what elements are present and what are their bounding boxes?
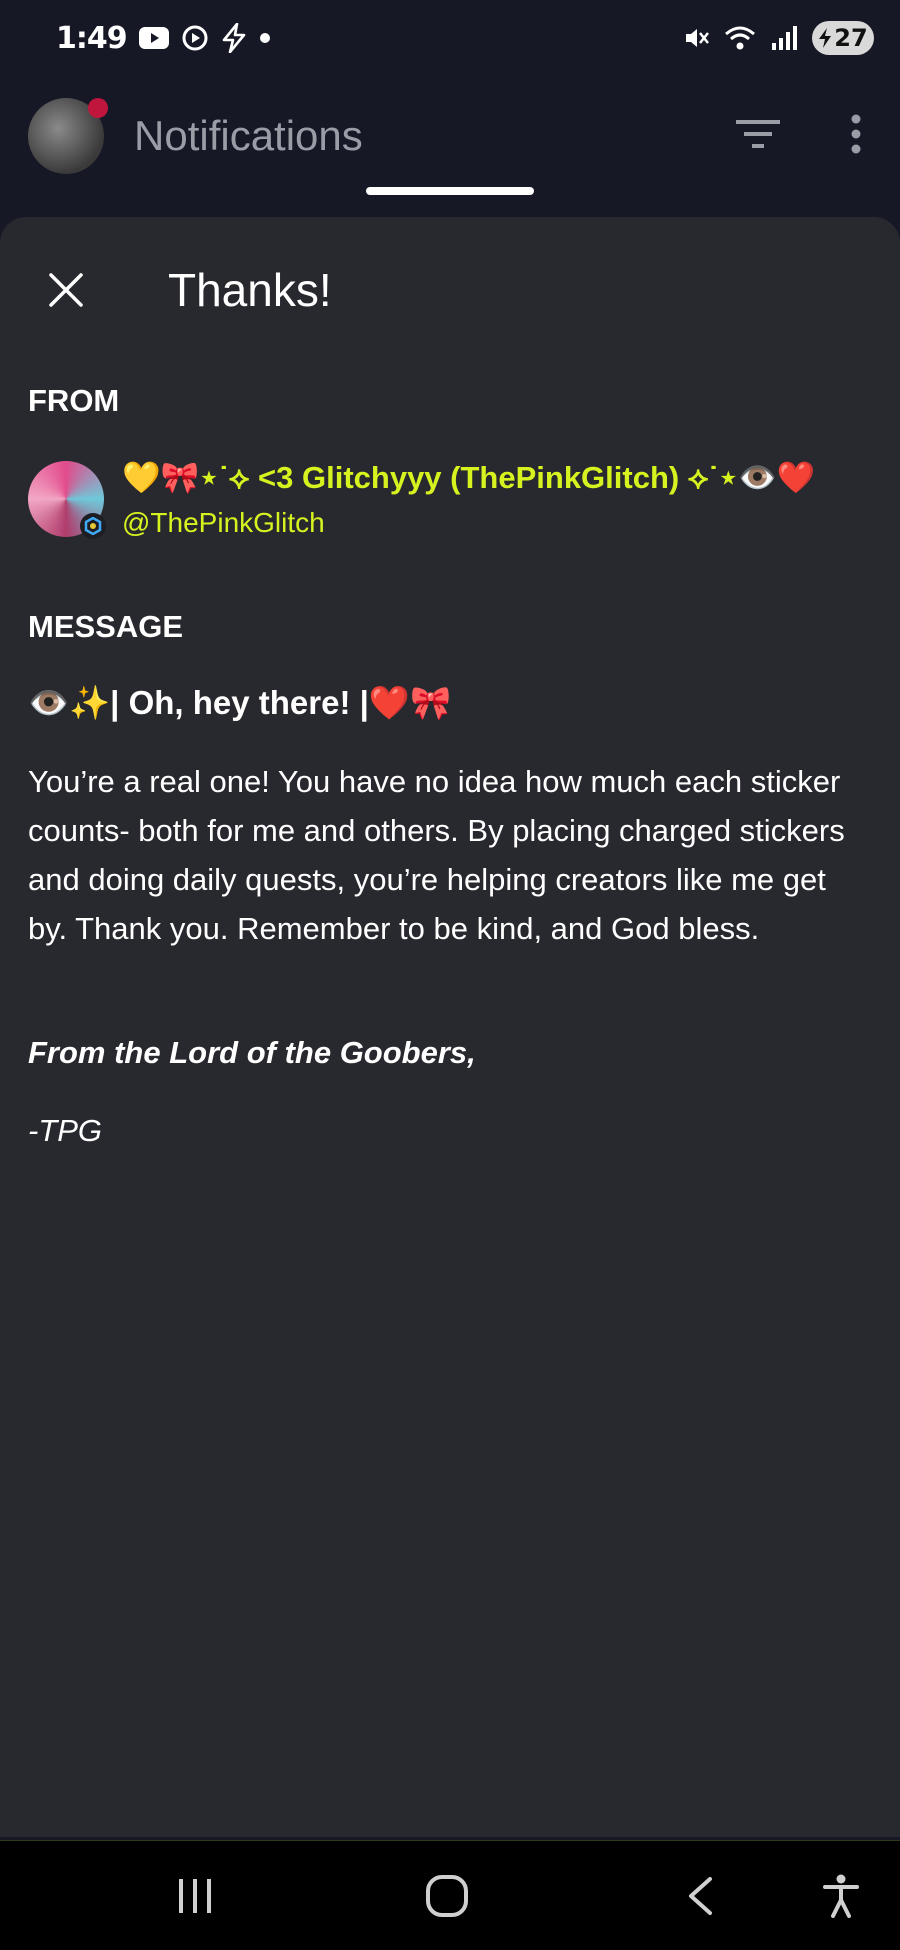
message-signoff: From the Lord of the Goobers, (28, 1035, 476, 1070)
sender-handle[interactable]: @ThePinkGlitch (122, 507, 325, 539)
sender-display-name[interactable]: 💛🎀⋆˙⟡ <3 Glitchyyy (ThePinkGlitch) ⟡˙⋆👁️… (122, 459, 815, 497)
close-button[interactable] (44, 268, 88, 312)
sheet-header: Thanks! (0, 255, 900, 325)
status-left: 1:49 (56, 21, 271, 56)
sheet-drag-handle[interactable] (366, 187, 534, 195)
mute-icon (682, 24, 710, 52)
bolt-icon (221, 23, 247, 53)
record-icon (181, 24, 209, 52)
back-icon (689, 1877, 712, 1915)
sheet-title: Thanks! (168, 264, 332, 316)
message-label: MESSAGE (28, 609, 184, 644)
notification-dot (88, 98, 108, 118)
from-label: FROM (28, 383, 120, 418)
message-sheet: Thanks! FROM 💛🎀⋆˙⟡ <3 Glitchyyy (ThePink… (0, 217, 900, 1837)
filter-icon[interactable] (736, 118, 780, 154)
signal-icon (770, 25, 798, 51)
app-header: Notifications (0, 76, 900, 196)
youtube-icon (138, 27, 169, 49)
status-right: 27 (682, 21, 874, 55)
accessibility-icon (823, 1874, 859, 1918)
navigation-bar (0, 1840, 900, 1950)
close-icon (49, 273, 83, 307)
accessibility-button[interactable] (786, 1841, 896, 1950)
battery-icon: 27 (812, 21, 874, 55)
avatar[interactable] (28, 98, 108, 174)
back-button[interactable] (645, 1841, 755, 1950)
wifi-icon (724, 25, 756, 51)
screen: 1:49 27 Notifications Thanks! FROM 💛🎀⋆˙⟡… (0, 0, 900, 1950)
header-actions (736, 114, 872, 158)
sender-avatar[interactable] (28, 461, 106, 539)
status-bar: 1:49 27 (0, 0, 900, 76)
status-time: 1:49 (56, 20, 128, 56)
dot-icon (259, 32, 271, 44)
more-vertical-icon[interactable] (850, 114, 862, 158)
message-signature: -TPG (28, 1113, 103, 1148)
verified-badge-icon (80, 513, 106, 539)
home-icon (426, 1875, 468, 1917)
recents-icon (179, 1879, 211, 1913)
message-heading: 👁️✨| Oh, hey there! |❤️🎀 (28, 684, 452, 721)
home-button[interactable] (392, 1841, 502, 1950)
battery-level: 27 (834, 24, 868, 52)
recents-button[interactable] (140, 1841, 250, 1950)
page-title: Notifications (134, 112, 363, 159)
sender-row[interactable]: 💛🎀⋆˙⟡ <3 Glitchyyy (ThePinkGlitch) ⟡˙⋆👁️… (28, 459, 900, 539)
message-body: You’re a real one! You have no idea how … (28, 764, 845, 946)
